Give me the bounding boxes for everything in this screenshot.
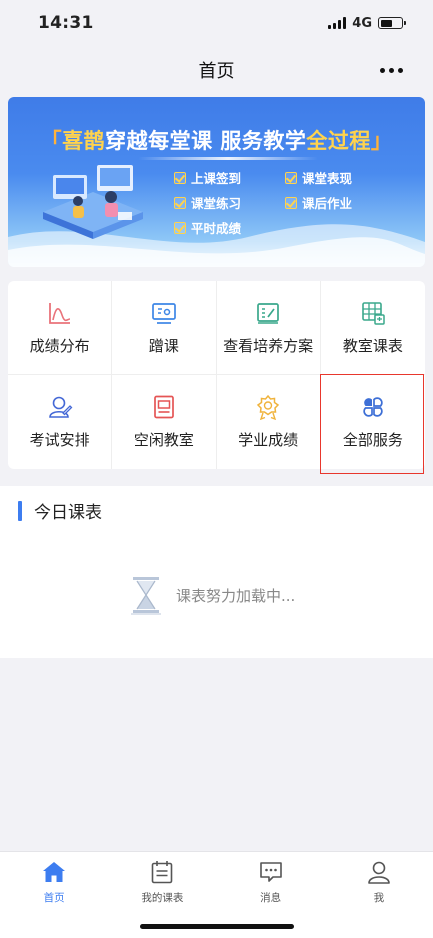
schedule-icon [152,861,173,884]
network-type: 4G [352,15,372,31]
tab-profile[interactable]: 我 [334,859,424,938]
schedule-loading: 课表努力加载中... [130,574,295,616]
nav-bar: 首页 [0,46,433,94]
classroom-illustration [43,165,143,239]
all-services-icon [363,397,383,417]
exam-schedule-icon [48,396,73,418]
check-icon [285,171,297,184]
hourglass-icon [131,577,161,615]
training-plan-icon [257,302,279,324]
more-dots-icon[interactable] [380,60,403,80]
academic-score-icon [256,394,280,420]
promo-banner[interactable]: 「喜鹊穿越每堂课 服务教学全过程」 上课签到 课堂表现 课堂练习 课后作业 平时… [8,97,425,267]
free-classroom-icon [154,395,174,419]
menu-exam-schedule[interactable]: 考试安排 [8,375,113,469]
section-accent-bar [18,500,22,521]
menu-free-classroom[interactable]: 空闲教室 [112,375,217,469]
status-indicators: 4G [328,15,406,31]
menu-training-plan[interactable]: 查看培养方案 [216,281,321,375]
today-schedule-header: 今日课表 [0,486,433,535]
status-time: 14:31 [38,13,94,33]
today-schedule-title: 今日课表 [34,503,102,523]
banner-underline [138,157,318,160]
feature-practice: 课堂练习 [174,193,241,212]
battery-icon [378,17,406,29]
status-bar: 14:31 4G [0,0,433,46]
home-indicator [140,924,294,929]
signal-icon [328,17,347,29]
profile-icon [368,861,390,884]
tab-home[interactable]: 首页 [9,859,99,938]
home-icon [43,862,66,882]
check-icon [174,196,186,209]
today-schedule-section: 今日课表 课表努力加载中... [0,486,433,658]
service-grid: 成绩分布 蹭课 查看培养方案 教室课表 考试安排 空闲教室 学业成绩 全部服务 [8,281,425,469]
loading-text: 课表努力加载中... [176,586,296,605]
check-icon [285,196,297,209]
feature-performance: 课堂表现 [285,168,352,187]
menu-classroom-schedule[interactable]: 教室课表 [320,281,425,375]
feature-grades: 平时成绩 [174,218,241,237]
menu-academic-score[interactable]: 学业成绩 [217,375,321,469]
menu-audit-class[interactable]: 蹭课 [112,281,217,375]
classroom-schedule-icon [362,301,385,325]
banner-title: 「喜鹊穿越每堂课 服务教学全过程」 [40,129,393,153]
feature-checkin: 上课签到 [174,168,241,187]
menu-grade-distribution[interactable]: 成绩分布 [8,281,113,375]
page-title: 首页 [198,61,235,82]
check-icon [174,221,186,234]
check-icon [174,171,186,184]
grade-distribution-icon [48,302,70,324]
audit-class-icon [152,302,176,324]
message-icon [259,862,282,882]
feature-homework: 课后作业 [285,193,352,212]
menu-all-services[interactable]: 全部服务 [321,375,425,469]
